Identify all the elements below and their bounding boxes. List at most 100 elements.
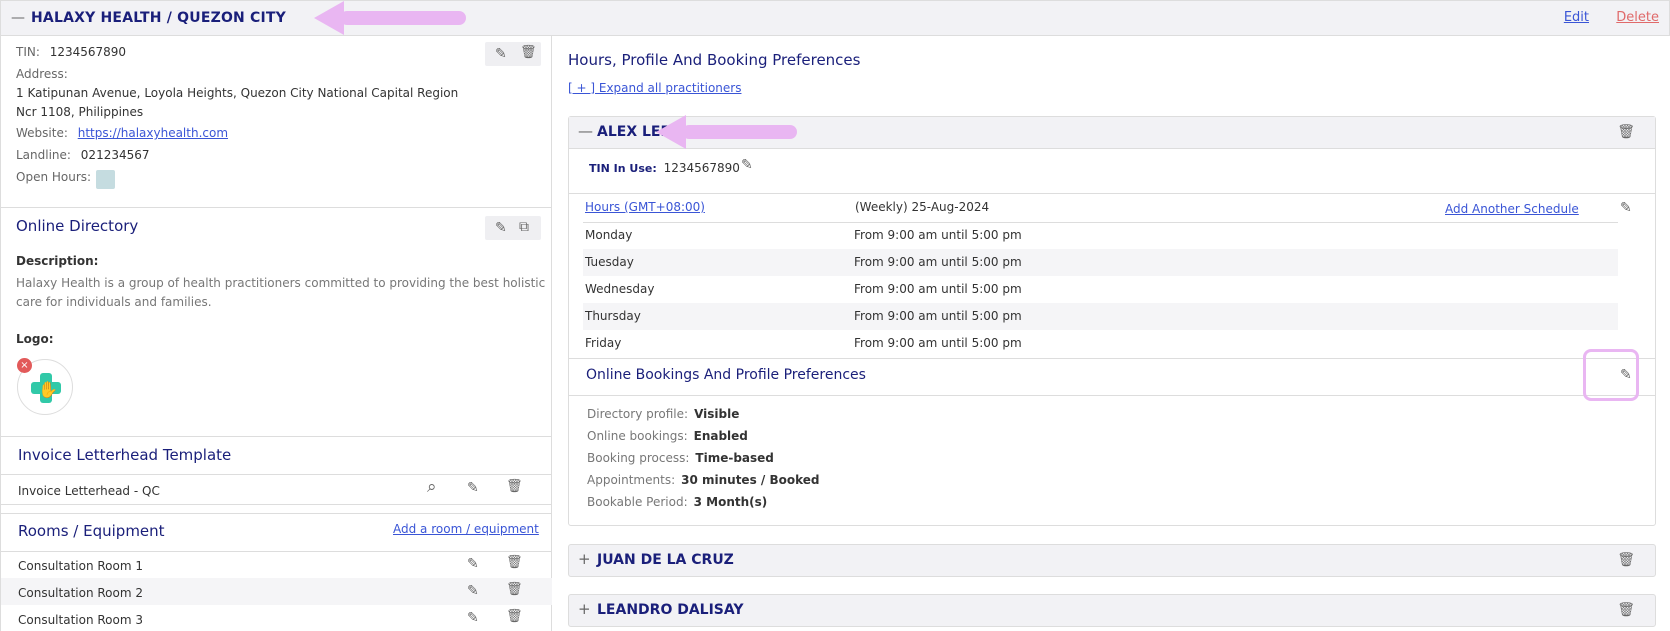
- practitioner-name: LEANDRO DALISAY: [597, 602, 744, 618]
- website-label: Website:: [16, 126, 68, 140]
- day-name: Thursday: [585, 309, 641, 323]
- divider: [1, 436, 552, 437]
- pref-booking-process: Booking process: Time-based: [587, 451, 774, 465]
- annotation-arrow-header: [314, 1, 466, 35]
- expand-all-link[interactable]: [ + ] Expand all practitioners: [568, 81, 741, 95]
- rooms-title: Rooms / Equipment: [18, 522, 165, 540]
- day-name: Wednesday: [585, 282, 655, 296]
- divider: [569, 193, 1655, 194]
- website-link[interactable]: https://halaxyhealth.com: [78, 126, 228, 140]
- pref-value: Enabled: [693, 429, 748, 443]
- schedule-row: Friday From 9:00 am until 5:00 pm: [583, 330, 1618, 357]
- room-name: Consultation Room 3: [18, 613, 143, 627]
- location-details-panel: TIN: 1234567890 ✎ 🗑 Address: 1 Katipunan…: [0, 36, 552, 631]
- delete-icon[interactable]: 🗑: [520, 46, 537, 59]
- edit-icon[interactable]: ✎: [467, 584, 479, 598]
- day-hours: From 9:00 am until 5:00 pm: [854, 228, 1022, 242]
- delete-icon[interactable]: 🗑: [506, 610, 523, 623]
- letterhead-item: Invoice Letterhead - QC: [18, 484, 160, 498]
- day-name: Monday: [585, 228, 633, 242]
- expand-toggle[interactable]: +: [578, 550, 591, 568]
- pref-value: Time-based: [695, 451, 774, 465]
- remove-logo-icon[interactable]: ×: [17, 358, 32, 373]
- pref-label: Online bookings:: [587, 429, 688, 443]
- collapse-toggle[interactable]: —: [11, 10, 25, 26]
- tin-row: TIN: 1234567890: [16, 45, 126, 59]
- pref-label: Booking process:: [587, 451, 690, 465]
- annotation-arrow-practitioner: [656, 115, 797, 149]
- divider: [1, 513, 552, 514]
- pref-label: Appointments:: [587, 473, 676, 487]
- website-row: Website: https://halaxyhealth.com: [16, 126, 228, 140]
- edit-icon[interactable]: ✎: [495, 221, 507, 235]
- hours-section-title: Hours, Profile And Booking Preferences: [568, 51, 861, 69]
- tin-in-use-value: 1234567890: [663, 161, 740, 175]
- pref-directory-profile: Directory profile: Visible: [587, 407, 739, 421]
- booking-prefs-title: Online Bookings And Profile Preferences: [586, 367, 866, 383]
- address-line-1: 1 Katipunan Avenue, Loyola Heights, Quez…: [16, 86, 459, 100]
- room-row: Consultation Room 1 ✎ 🗑: [1, 551, 552, 578]
- edit-icon[interactable]: ✎: [741, 158, 753, 172]
- delete-icon[interactable]: 🗑: [506, 583, 523, 596]
- tin-in-use-row: TIN In Use: 1234567890: [589, 161, 740, 175]
- collapse-toggle[interactable]: —: [578, 122, 593, 140]
- divider: [1, 474, 552, 475]
- tin-value: 1234567890: [49, 45, 127, 59]
- tin-label: TIN:: [16, 45, 40, 59]
- online-directory-title: Online Directory: [16, 217, 139, 235]
- external-link-icon[interactable]: ⧉: [519, 220, 529, 234]
- room-name: Consultation Room 2: [18, 586, 143, 600]
- pref-online-bookings: Online bookings: Enabled: [587, 429, 748, 443]
- hours-preferences-panel: Hours, Profile And Booking Preferences […: [552, 36, 1670, 631]
- letterhead-title: Invoice Letterhead Template: [18, 446, 232, 464]
- search-icon[interactable]: ⌕: [427, 479, 437, 496]
- description-line-1: Halaxy Health is a group of health pract…: [16, 276, 546, 290]
- schedule-row: Thursday From 9:00 am until 5:00 pm: [583, 303, 1618, 330]
- delete-icon[interactable]: 🗑: [1617, 124, 1635, 140]
- logo-label: Logo:: [16, 332, 54, 346]
- location-header: — HALAXY HEALTH / QUEZON CITY Edit Delet…: [0, 0, 1670, 36]
- practitioner-row-collapsed[interactable]: + JUAN DE LA CRUZ 🗑: [568, 544, 1656, 577]
- delete-icon[interactable]: 🗑: [1617, 552, 1635, 568]
- landline-value: 021234567: [80, 148, 150, 162]
- add-room-link[interactable]: Add a room / equipment: [393, 522, 539, 536]
- edit-icon[interactable]: ✎: [467, 557, 479, 571]
- open-hours-label: Open Hours:: [16, 170, 92, 184]
- expand-toggle[interactable]: +: [578, 600, 591, 618]
- divider: [1, 504, 552, 505]
- day-name: Friday: [585, 336, 622, 350]
- description-label: Description:: [16, 254, 99, 268]
- day-name: Tuesday: [585, 255, 634, 269]
- edit-location-link[interactable]: Edit: [1564, 10, 1589, 25]
- directory-actions: ✎ ⧉: [485, 216, 541, 240]
- edit-icon[interactable]: ✎: [467, 481, 479, 495]
- pref-value: 30 minutes / Booked: [681, 473, 820, 487]
- edit-icon[interactable]: ✎: [467, 611, 479, 625]
- edit-icon[interactable]: ✎: [1620, 201, 1632, 215]
- room-row: Consultation Room 3 ✎ 🗑: [1, 605, 552, 631]
- divider: [1, 207, 552, 208]
- location-title: HALAXY HEALTH / QUEZON CITY: [31, 10, 287, 26]
- landline-row: Landline: 021234567: [16, 148, 150, 162]
- delete-location-link[interactable]: Delete: [1616, 10, 1659, 25]
- delete-icon[interactable]: 🗑: [1617, 602, 1635, 618]
- pref-appointments: Appointments: 30 minutes / Booked: [587, 473, 819, 487]
- annotation-highlight: [1583, 349, 1639, 401]
- room-name: Consultation Room 1: [18, 559, 143, 573]
- divider: [569, 358, 1655, 359]
- hours-link[interactable]: Hours (GMT+08:00): [585, 200, 705, 214]
- practitioner-row-collapsed[interactable]: + LEANDRO DALISAY 🗑: [568, 594, 1656, 627]
- add-schedule-link[interactable]: Add Another Schedule: [1445, 202, 1579, 216]
- landline-label: Landline:: [16, 148, 71, 162]
- open-hours-indicator[interactable]: [96, 170, 115, 189]
- schedule-row: Tuesday From 9:00 am until 5:00 pm: [583, 249, 1618, 276]
- practitioner-name: JUAN DE LA CRUZ: [597, 552, 734, 568]
- day-hours: From 9:00 am until 5:00 pm: [854, 336, 1022, 350]
- delete-icon[interactable]: 🗑: [506, 556, 523, 569]
- delete-icon[interactable]: 🗑: [506, 480, 523, 493]
- room-row: Consultation Room 2 ✎ 🗑: [1, 578, 552, 605]
- pref-label: Directory profile:: [587, 407, 689, 421]
- edit-icon[interactable]: ✎: [495, 47, 507, 61]
- address-line-2: Ncr 1108, Philippines: [16, 105, 144, 119]
- day-hours: From 9:00 am until 5:00 pm: [854, 282, 1022, 296]
